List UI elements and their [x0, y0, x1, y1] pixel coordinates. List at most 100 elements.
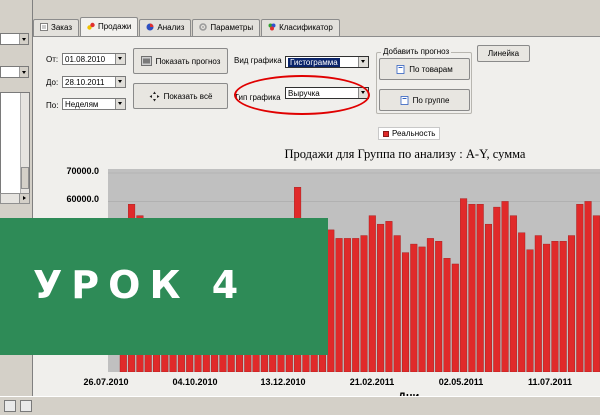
chart-bar	[476, 204, 484, 372]
x-tick-label: 13.12.2010	[260, 377, 306, 387]
chart-bar	[352, 238, 360, 372]
ruler-button[interactable]: Линейка	[477, 45, 530, 62]
x-tick-label: 26.07.2010	[83, 377, 129, 387]
chart-bar	[393, 235, 401, 372]
x-tick-label: 04.10.2010	[172, 377, 218, 387]
chart-bar	[543, 243, 551, 372]
tray-icon[interactable]	[20, 400, 32, 412]
tab-label: Класификатор	[279, 23, 333, 32]
y-tick-label: 70000.0	[66, 166, 99, 176]
by-products-label: По товарам	[409, 64, 453, 74]
chevron-down-icon[interactable]	[358, 88, 368, 98]
period-value: Неделям	[65, 100, 99, 109]
to-label: До:	[46, 78, 59, 87]
order-icon	[40, 23, 48, 31]
chart-bar	[360, 235, 368, 372]
chart-bar	[368, 215, 376, 372]
chart-type-label: Тип графика	[234, 93, 281, 102]
chart-bar	[501, 201, 509, 372]
show-all-label: Показать всё	[163, 91, 213, 101]
chart-bar	[460, 198, 468, 372]
chevron-down-icon[interactable]	[358, 57, 368, 67]
by-group-button[interactable]: По группе	[379, 89, 470, 111]
document-icon	[396, 64, 405, 74]
forecast-icon	[140, 56, 152, 66]
left-list[interactable]	[0, 92, 30, 204]
chart-bar	[485, 223, 493, 372]
chart-bar	[509, 215, 517, 372]
tab-classifier[interactable]: Класификатор	[261, 19, 340, 36]
legend-label: Реальность	[392, 129, 436, 138]
tab-sales[interactable]: Продажи	[79, 17, 139, 36]
left-combo-1[interactable]	[0, 33, 29, 45]
chart-bar	[377, 223, 385, 372]
chart-type-value: Выручка	[288, 89, 320, 98]
tab-order[interactable]: Заказ	[33, 19, 79, 36]
chart-bar	[402, 252, 410, 372]
document-icon	[400, 95, 408, 105]
chart-bar	[335, 238, 343, 372]
chevron-down-icon[interactable]	[115, 54, 125, 64]
chart-bar	[468, 204, 476, 372]
chart-bar	[410, 243, 418, 372]
chart-bar	[426, 238, 434, 372]
from-date-picker[interactable]: 01.08.2010	[62, 53, 126, 65]
tab-bar: Заказ Продажи Анализ Параметры Класифика…	[33, 17, 341, 36]
from-date-value: 01.08.2010	[65, 55, 106, 64]
scroll-right-icon[interactable]	[19, 194, 29, 203]
tab-settings[interactable]: Параметры	[192, 19, 261, 36]
chevron-down-icon[interactable]	[115, 99, 125, 109]
settings-icon	[199, 23, 208, 31]
chart-bar	[418, 246, 426, 372]
left-list-scrollbar[interactable]	[20, 93, 29, 203]
chart-view-value: Гистограмма	[288, 58, 340, 67]
by-products-button[interactable]: По товарам	[379, 58, 470, 80]
chart-bar	[592, 215, 600, 372]
scroll-thumb[interactable]	[21, 167, 29, 189]
tab-analysis[interactable]: Анализ	[139, 19, 192, 36]
chevron-down-icon[interactable]	[19, 67, 28, 77]
chart-bar	[576, 204, 584, 372]
status-bar	[0, 396, 600, 415]
chart-title: Продажи для Группа по анализу : A-Y, сум…	[284, 147, 526, 161]
chart-bar	[435, 241, 443, 372]
period-select[interactable]: Неделям	[62, 98, 126, 110]
chart-type-select[interactable]: Выручка	[285, 87, 369, 99]
period-label: По:	[46, 101, 59, 110]
chart-bar	[584, 201, 592, 372]
tab-label: Заказ	[51, 23, 72, 32]
to-date-value: 28.10.2011	[65, 78, 105, 87]
left-combo-2[interactable]	[0, 66, 29, 78]
tab-label: Параметры	[210, 23, 254, 32]
classifier-icon	[268, 23, 276, 31]
sales-icon	[87, 22, 95, 30]
y-tick-label: 60000.0	[66, 194, 99, 204]
show-all-button[interactable]: Показать всё	[133, 83, 228, 109]
app-window: Заказ Продажи Анализ Параметры Класифика…	[0, 0, 600, 415]
chevron-down-icon[interactable]	[19, 34, 28, 44]
chevron-down-icon[interactable]	[115, 77, 125, 87]
analysis-icon	[146, 23, 154, 31]
from-label: От:	[46, 55, 59, 64]
by-group-label: По группе	[412, 95, 450, 105]
tab-label: Продажи	[97, 22, 132, 31]
chart-legend: Реальность	[378, 127, 441, 140]
chart-view-select[interactable]: Гистограмма	[285, 56, 369, 68]
chart-bar	[559, 241, 567, 372]
chart-bar	[568, 235, 576, 372]
ruler-label: Линейка	[487, 49, 520, 58]
chart-bar	[526, 249, 534, 372]
tray-icon[interactable]	[4, 400, 16, 412]
chart-view-label: Вид графика	[234, 56, 282, 65]
show-forecast-label: Показать прогноз	[155, 56, 221, 66]
chart-bar	[493, 206, 501, 372]
show-forecast-button[interactable]: Показать прогноз	[133, 48, 228, 74]
chart-bar	[385, 221, 393, 372]
expand-icon	[149, 91, 160, 101]
legend-swatch	[383, 130, 389, 137]
x-tick-label: 02.05.2011	[438, 377, 484, 387]
left-list-hscrollbar[interactable]	[0, 193, 30, 204]
chart-bar	[534, 235, 542, 372]
to-date-picker[interactable]: 28.10.2011	[62, 76, 126, 88]
lesson-banner-text: УРОК 4	[33, 263, 248, 307]
